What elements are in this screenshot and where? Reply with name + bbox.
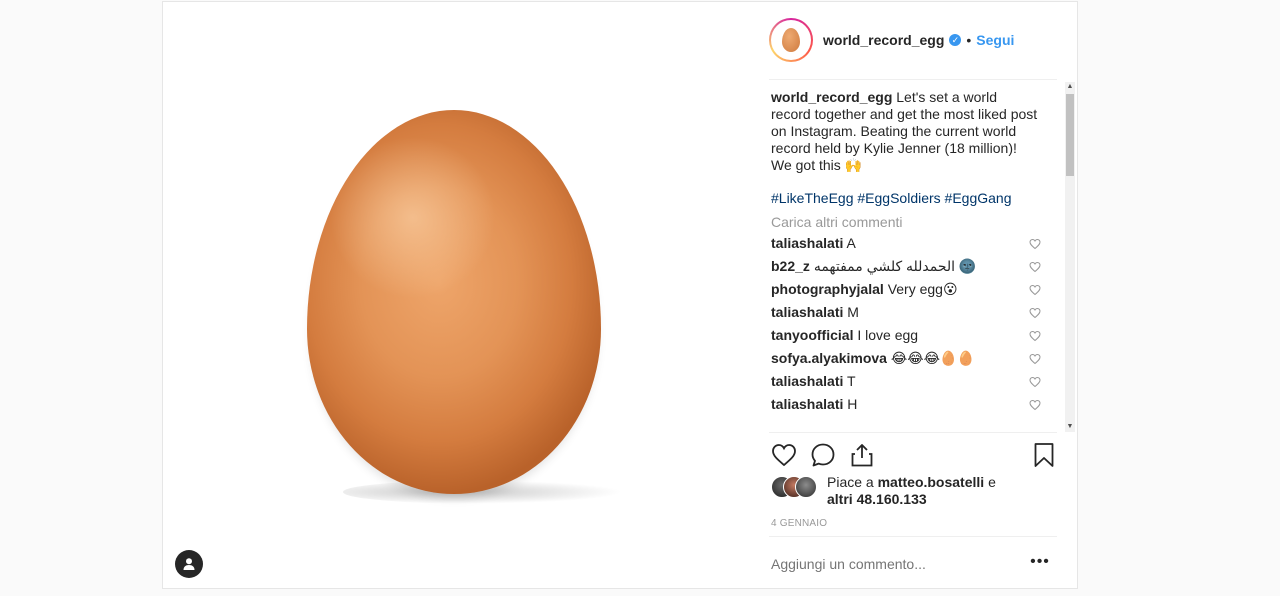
comment-heart-icon[interactable] xyxy=(1029,330,1041,342)
comment-row: taliashalati A xyxy=(771,232,1041,255)
comment-row: taliashalati M xyxy=(771,301,1041,324)
comment-text: الحمدلله كلشي ممفتهمه 🌚 xyxy=(813,258,977,274)
more-options-icon[interactable]: ••• xyxy=(1029,554,1051,574)
header-username[interactable]: world_record_egg xyxy=(823,32,944,48)
comment-heart-icon[interactable] xyxy=(1029,261,1041,273)
likers-avatars[interactable] xyxy=(771,476,827,498)
action-bar xyxy=(771,442,1061,470)
comment-row: taliashalati T xyxy=(771,370,1041,393)
avatar xyxy=(795,476,817,498)
post-media[interactable] xyxy=(163,2,754,588)
post-card: world_record_egg ✓ • Segui world_record_… xyxy=(162,1,1078,589)
divider xyxy=(769,79,1057,80)
post-date[interactable]: 4 GENNAIO xyxy=(771,518,827,529)
likes-summary: Piace a matteo.bosatelli e altri 48.160.… xyxy=(771,474,1061,510)
divider xyxy=(769,536,1057,537)
avatar[interactable] xyxy=(769,18,813,62)
comment-text: A xyxy=(846,235,856,251)
comment-text: M xyxy=(847,304,859,320)
comment-row: taliashalati H xyxy=(771,393,1041,416)
comment-heart-icon[interactable] xyxy=(1029,376,1041,388)
likes-count[interactable]: altri 48.160.133 xyxy=(827,491,927,507)
divider xyxy=(769,432,1057,433)
comment-input[interactable] xyxy=(771,554,1021,574)
comment-username[interactable]: tanyoofficial xyxy=(771,327,853,343)
comment-text: I love egg xyxy=(857,327,919,343)
comment-icon[interactable] xyxy=(810,442,836,468)
liker-username[interactable]: matteo.bosatelli xyxy=(878,474,985,490)
user-tag-button[interactable] xyxy=(175,550,203,578)
caption-username[interactable]: world_record_egg xyxy=(771,89,892,105)
comment-heart-icon[interactable] xyxy=(1029,284,1041,296)
header-separator: • xyxy=(966,32,972,48)
likes-others-prefix: altri xyxy=(827,491,857,507)
verified-icon: ✓ xyxy=(949,34,962,46)
comment-heart-icon[interactable] xyxy=(1029,238,1041,250)
likes-suffix: e xyxy=(984,474,996,490)
user-icon xyxy=(183,558,195,570)
comment-username[interactable]: b22_z xyxy=(771,258,810,274)
comment-username[interactable]: photographyjalal xyxy=(771,281,884,297)
comment-text: T xyxy=(847,373,856,389)
post-header: world_record_egg ✓ • Segui xyxy=(769,16,1059,64)
post-sidebar: world_record_egg ✓ • Segui world_record_… xyxy=(759,2,1077,588)
comment-text: 😂😂😂🥚🥚 xyxy=(890,350,975,366)
comment-username[interactable]: taliashalati xyxy=(771,235,843,251)
comment-row: sofya.alyakimova 😂😂😂🥚🥚 xyxy=(771,347,1041,370)
likes-text: Piace a matteo.bosatelli e altri 48.160.… xyxy=(827,474,996,508)
share-icon[interactable] xyxy=(849,442,875,468)
scroll-down-arrow-icon[interactable]: ▼ xyxy=(1065,422,1075,432)
comment-username[interactable]: taliashalati xyxy=(771,396,843,412)
comment-row: photographyjalal Very egg😮 xyxy=(771,278,1041,301)
load-more-comments[interactable]: Carica altri commenti xyxy=(771,214,1059,232)
likes-count-value: 48.160.133 xyxy=(856,491,927,507)
comment-heart-icon[interactable] xyxy=(1029,353,1041,365)
comments-scrollbar[interactable]: ▲ ▼ xyxy=(1065,82,1075,432)
comment-heart-icon[interactable] xyxy=(1029,307,1041,319)
comment-text: Very egg😮 xyxy=(887,281,958,297)
avatar-egg xyxy=(782,28,800,52)
comment-heart-icon[interactable] xyxy=(1029,399,1041,411)
scroll-up-arrow-icon[interactable]: ▲ xyxy=(1065,82,1075,92)
comment-username[interactable]: taliashalati xyxy=(771,373,843,389)
follow-button[interactable]: Segui xyxy=(976,32,1014,48)
egg-photo xyxy=(307,110,601,494)
comments-list[interactable]: world_record_egg Let's set a world recor… xyxy=(771,89,1059,432)
caption-hashtags[interactable]: #LikeTheEgg #EggSoldiers #EggGang xyxy=(771,190,1039,207)
comment-text: H xyxy=(847,396,858,412)
likes-prefix: Piace a xyxy=(827,474,878,490)
comment-username[interactable]: sofya.alyakimova xyxy=(771,350,887,366)
heart-icon[interactable] xyxy=(771,442,797,468)
comment-username[interactable]: taliashalati xyxy=(771,304,843,320)
comment-row: b22_z الحمدلله كلشي ممفتهمه 🌚 xyxy=(771,255,1041,278)
caption: world_record_egg Let's set a world recor… xyxy=(771,89,1039,174)
comment-row: tanyoofficial I love egg xyxy=(771,324,1041,347)
bookmark-icon[interactable] xyxy=(1031,442,1057,468)
scroll-thumb[interactable] xyxy=(1066,94,1074,176)
